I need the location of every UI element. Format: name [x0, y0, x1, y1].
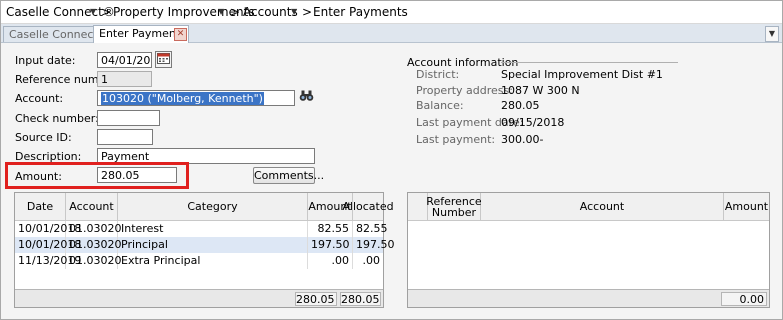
last-payment-label: Last payment:: [416, 133, 496, 146]
cell-amount: 197.50: [308, 237, 353, 253]
table-row[interactable]: 10/01/2018 01.03020 Interest 82.55 82.55: [15, 221, 388, 237]
input-date-field[interactable]: 04/01/2019: [97, 52, 152, 68]
last-payment-date-value: 09/15/2018: [501, 116, 565, 129]
check-number-label: Check number:: [15, 112, 99, 125]
amount-highlight-box: [5, 162, 189, 189]
property-address-label: Property address:: [416, 84, 513, 97]
column-header-account[interactable]: Account: [481, 193, 724, 221]
divider: [501, 62, 678, 63]
input-date-label: Input date:: [15, 54, 76, 67]
total-allocated: 280.05: [340, 292, 381, 306]
table-row-selected[interactable]: 10/01/2018 01.03020 Principal 197.50 197…: [15, 237, 395, 253]
district-label: District:: [416, 68, 460, 81]
dropdown-arrow-icon[interactable]: ▼: [218, 7, 224, 16]
tab-label: Enter Payments: [99, 27, 186, 40]
account-label: Account:: [15, 92, 64, 105]
total-amount: 280.05: [295, 292, 337, 306]
cell-allocated: 82.55: [356, 222, 388, 235]
cell-allocated: 197.50: [356, 238, 395, 251]
column-header-amount[interactable]: Amount: [724, 193, 769, 221]
reference-grid[interactable]: Reference Number Account Amount 0.00: [407, 192, 770, 308]
last-payment-value: 300.00-: [501, 133, 544, 146]
comments-button[interactable]: Comments...: [253, 167, 324, 184]
cell-date: 10/01/2018: [15, 221, 81, 237]
column-header-account[interactable]: Account: [66, 193, 118, 221]
property-address-value: 1087 W 300 N: [501, 84, 580, 97]
tab-caselle-connect[interactable]: Caselle Connect®: [3, 26, 109, 42]
cell-category: Extra Principal: [118, 253, 308, 269]
cell-category: Interest: [118, 221, 308, 237]
source-id-field[interactable]: [97, 129, 153, 145]
cell-account: 01.03020: [66, 253, 122, 269]
column-header-date[interactable]: Date: [15, 193, 66, 221]
account-field[interactable]: 103020 ("Molberg, Kenneth"): [97, 90, 295, 106]
check-number-field[interactable]: [97, 110, 160, 126]
breadcrumb-item-accounts[interactable]: Accounts: [243, 5, 298, 19]
tab-bar: Caselle Connect® Enter Payments ✕ ▼: [1, 24, 782, 43]
totals-footer: 280.05 280.05: [15, 289, 383, 307]
totals-footer: 0.00: [408, 289, 769, 307]
total-amount: 0.00: [721, 292, 767, 306]
breadcrumb-item-enter-payments: Enter Payments: [313, 5, 408, 19]
account-field-value: 103020 ("Molberg, Kenneth"): [101, 92, 264, 105]
balance-label: Balance:: [416, 99, 464, 112]
district-value: Special Improvement Dist #1: [501, 68, 663, 81]
balance-value: 280.05: [501, 99, 540, 112]
column-header-reference-number[interactable]: Reference Number: [426, 193, 482, 221]
cell-account: 01.03020: [66, 237, 122, 253]
column-header-indicator[interactable]: [408, 193, 428, 221]
reference-number-field: 1: [97, 71, 152, 87]
cell-date: 10/01/2018: [15, 237, 81, 253]
breadcrumb: Caselle Connect® ▼ > Property Improvemen…: [1, 1, 782, 24]
breadcrumb-separator: >: [230, 5, 241, 19]
close-icon[interactable]: ✕: [174, 28, 187, 41]
table-row[interactable]: 11/13/2019 01.03020 Extra Principal .00 …: [15, 253, 383, 269]
source-id-label: Source ID:: [15, 131, 72, 144]
dropdown-arrow-icon[interactable]: ▼: [291, 7, 297, 16]
cell-date: 11/13/2019: [15, 253, 81, 269]
breadcrumb-separator: >: [302, 5, 313, 19]
cell-allocated: .00: [362, 254, 381, 267]
column-header-allocated[interactable]: Allocated: [342, 193, 394, 221]
cell-account: 01.03020: [66, 221, 122, 237]
binoculars-icon[interactable]: [298, 89, 315, 106]
column-header-category[interactable]: Category: [118, 193, 308, 221]
tab-enter-payments[interactable]: Enter Payments ✕: [93, 25, 189, 43]
calendar-icon[interactable]: [155, 51, 172, 68]
dropdown-arrow-icon[interactable]: ▼: [90, 7, 96, 16]
breadcrumb-separator: >: [101, 5, 112, 19]
cell-amount: .00: [308, 253, 353, 269]
cell-amount: 82.55: [308, 221, 353, 237]
cell-category: Principal: [118, 237, 308, 253]
tab-list-dropdown-icon[interactable]: ▼: [765, 26, 779, 42]
allocation-grid[interactable]: Date Account Category Amount Allocated 1…: [14, 192, 395, 308]
breadcrumb-item-caselle-connect[interactable]: Caselle Connect®: [6, 5, 115, 19]
